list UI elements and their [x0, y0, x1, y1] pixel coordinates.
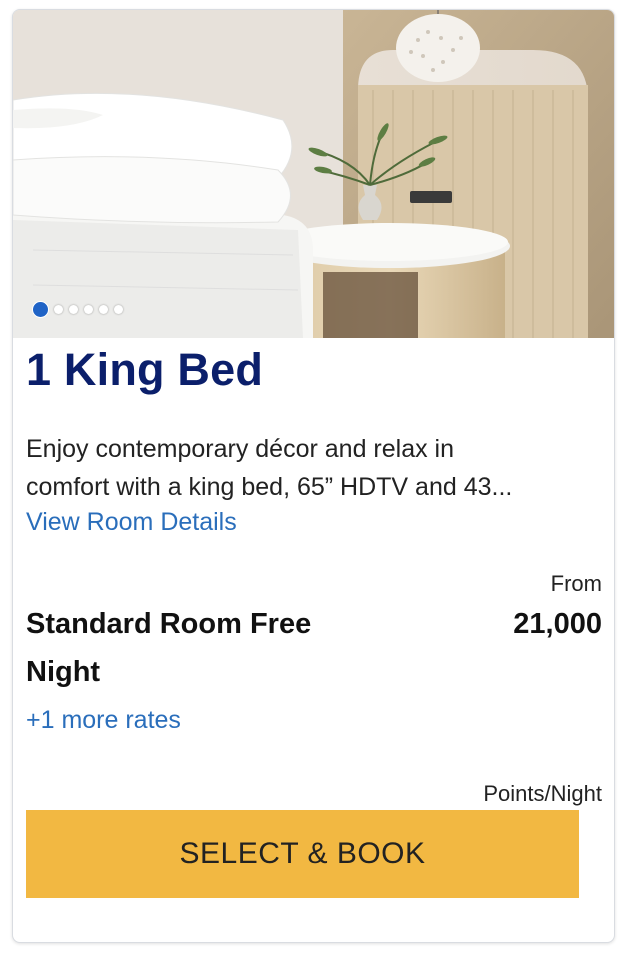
- room-photo-illustration: [13, 10, 614, 338]
- carousel-dot[interactable]: [33, 302, 48, 317]
- points-per-night-label: Points/Night: [483, 781, 602, 806]
- more-rates-link[interactable]: +1 more rates: [26, 706, 181, 735]
- view-room-details-link[interactable]: View Room Details: [26, 508, 237, 537]
- from-label: From: [550, 571, 602, 596]
- carousel-dots: [33, 302, 123, 317]
- room-description: Enjoy contemporary décor and relax in co…: [26, 430, 586, 506]
- rate-name: Standard Room Free Night: [26, 608, 312, 688]
- room-description-line: comfort with a king bed, 65” HDTV and 43…: [26, 473, 513, 501]
- room-photo[interactable]: [13, 10, 614, 338]
- room-title: 1 King Bed: [26, 344, 264, 395]
- carousel-dot[interactable]: [84, 305, 93, 314]
- carousel-dot[interactable]: [69, 305, 78, 314]
- select-and-book-button[interactable]: SELECT & BOOK: [26, 810, 579, 898]
- carousel-dot[interactable]: [99, 305, 108, 314]
- room-description-line: Enjoy contemporary décor and relax in: [26, 435, 455, 463]
- carousel-dot[interactable]: [54, 305, 63, 314]
- points-price: 21,000: [513, 608, 602, 640]
- carousel-dot[interactable]: [114, 305, 123, 314]
